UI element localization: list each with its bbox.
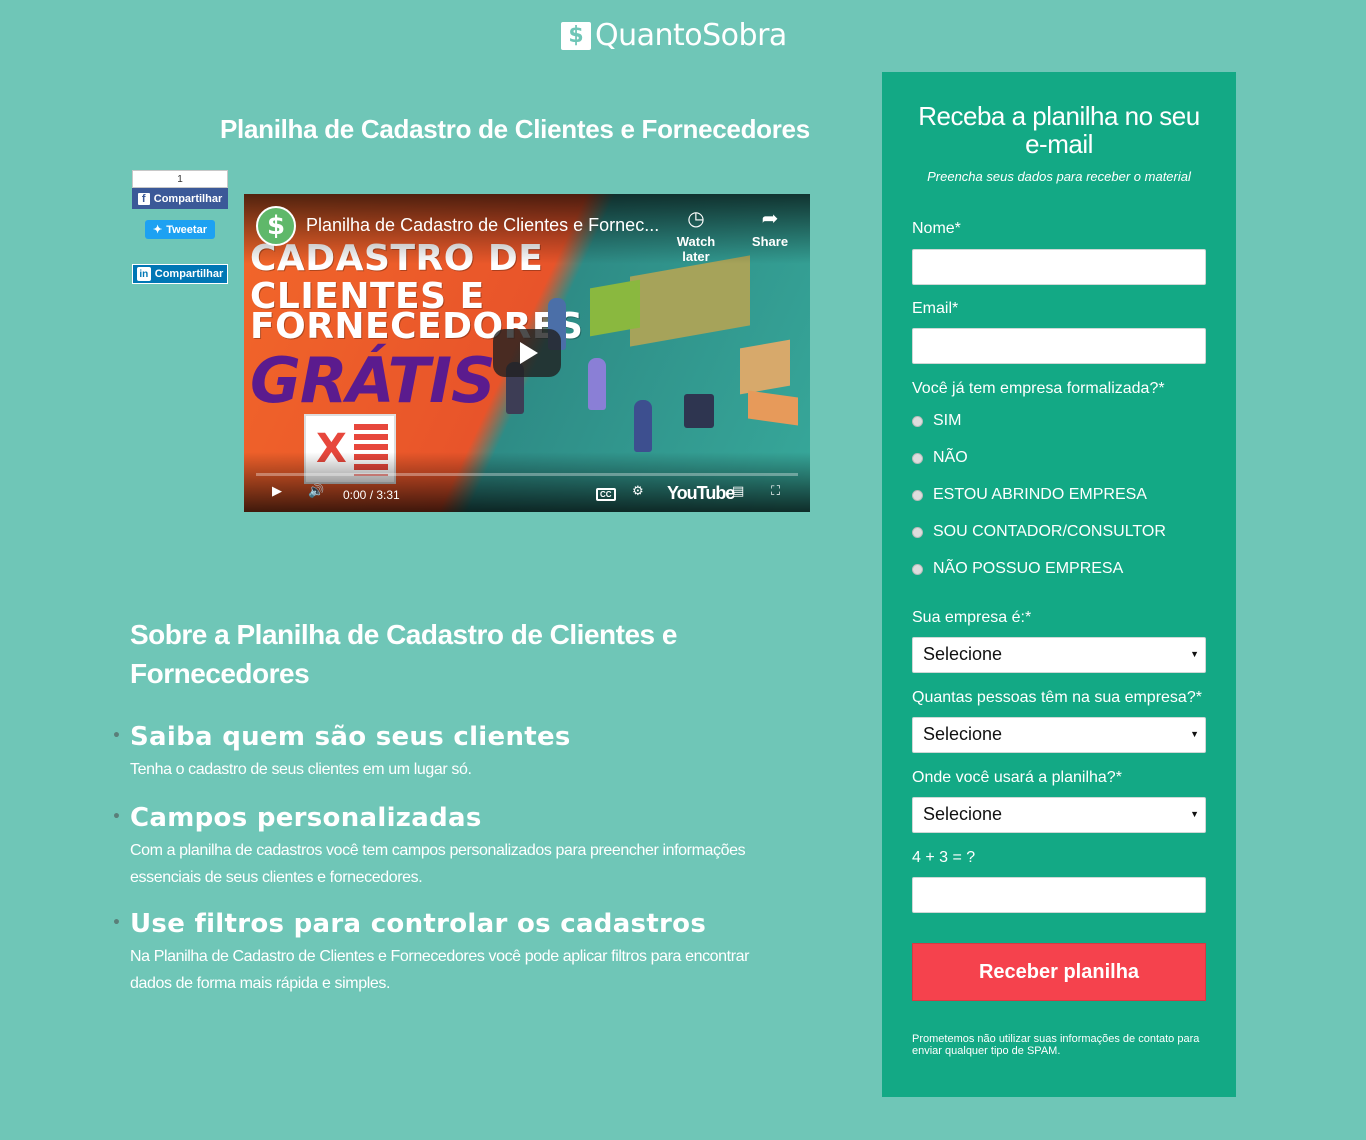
radio-label: SIM xyxy=(933,412,962,429)
company-size-label: Quantas pessoas têm na sua empresa?* xyxy=(912,689,1202,706)
radio-circle[interactable] xyxy=(912,415,923,427)
fullscreen-icon[interactable]: ⛶ xyxy=(771,484,780,499)
select-value: Selecione xyxy=(923,644,1003,664)
logo-dollar-icon: $ xyxy=(561,21,591,50)
channel-avatar[interactable]: $ xyxy=(256,206,296,246)
select-value: Selecione xyxy=(923,724,1003,744)
captions-icon[interactable]: CC xyxy=(596,488,616,501)
play-icon[interactable]: ▶ xyxy=(272,484,282,499)
feature-heading: Use filtros para controlar os cadastros xyxy=(112,909,750,939)
radio-circle[interactable] xyxy=(912,526,923,538)
share-arrow-icon: ➦ xyxy=(761,206,779,230)
feature-item: Use filtros para controlar os cadastros … xyxy=(112,909,750,997)
email-label: Email* xyxy=(912,300,959,317)
email-field[interactable] xyxy=(912,328,1206,364)
feature-text: Na Planilha de Cadastro de Clientes e Fo… xyxy=(130,948,750,992)
radio-circle[interactable] xyxy=(912,489,923,501)
page-title: Planilha de Cadastro de Clientes e Forne… xyxy=(220,114,810,144)
dropdown-arrow-icon: ▼ xyxy=(1190,729,1199,739)
play-button-large[interactable] xyxy=(493,329,561,377)
usage-select[interactable]: Selecione ▼ xyxy=(912,797,1206,833)
boxes-illustration xyxy=(740,339,790,395)
facebook-share-label: Compartilhar xyxy=(153,192,223,205)
video-control-bar: ▶ 🔊 0:00 / 3:31 CC ⚙ YouTube ▤ ⛶ xyxy=(244,482,810,508)
linkedin-share-button[interactable]: in Compartilhar xyxy=(132,264,228,284)
radio-option-sim[interactable]: SIM xyxy=(912,412,961,430)
dropdown-arrow-icon: ▼ xyxy=(1190,649,1199,659)
spam-disclaimer: Prometemos não utilizar suas informações… xyxy=(912,1033,1200,1057)
open-box-illustration xyxy=(748,390,798,426)
form-title: Receba a planilha no seu e-mail xyxy=(918,101,1200,159)
linkedin-icon: in xyxy=(136,267,151,281)
company-size-select[interactable]: Selecione ▼ xyxy=(912,717,1206,753)
logo-text: QuantoSobra xyxy=(595,18,787,53)
person-illustration xyxy=(588,358,606,410)
clock-icon: ◷ xyxy=(687,206,705,230)
video-time: 0:00 / 3:31 xyxy=(343,488,400,502)
company-question-label: Você já tem empresa formalizada?* xyxy=(912,380,1165,397)
select-value: Selecione xyxy=(923,804,1003,824)
credit-card-illustration xyxy=(684,394,714,428)
share-video-button[interactable]: ➦ Share xyxy=(740,206,800,249)
truck-cab xyxy=(590,279,640,337)
company-type-select[interactable]: Selecione ▼ xyxy=(912,637,1206,673)
signup-form-panel: Receba a planilha no seu e-mail Preencha… xyxy=(882,72,1236,1097)
feature-text: Tenha o cadastro de seus clientes em um … xyxy=(130,761,472,778)
facebook-icon: f xyxy=(137,192,150,205)
radio-option-nao-possuo[interactable]: NÃO POSSUO EMPRESA xyxy=(912,560,1123,578)
watch-later-label: Watch later xyxy=(676,234,716,264)
radio-label: NÃO POSSUO EMPRESA xyxy=(933,560,1124,577)
radio-circle[interactable] xyxy=(912,563,923,575)
radio-label: NÃO xyxy=(933,449,968,466)
dropdown-arrow-icon: ▼ xyxy=(1190,809,1199,819)
company-type-label: Sua empresa é:* xyxy=(912,609,1032,626)
feature-heading: Saiba quem são seus clientes xyxy=(112,722,750,752)
submit-button[interactable]: Receber planilha xyxy=(912,943,1206,1001)
about-title: Sobre a Planilha de Cadastro de Clientes… xyxy=(130,619,677,689)
truck-cargo-box xyxy=(630,255,750,347)
volume-icon[interactable]: 🔊 xyxy=(308,484,324,499)
captcha-label: 4 + 3 = ? xyxy=(912,849,976,866)
radio-option-nao[interactable]: NÃO xyxy=(912,449,968,467)
cast-icon[interactable]: ▤ xyxy=(732,484,744,499)
radio-option-contador[interactable]: SOU CONTADOR/CONSULTOR xyxy=(912,523,1166,541)
radio-label: ESTOU ABRINDO EMPRESA xyxy=(933,486,1147,503)
linkedin-share-label: Compartilhar xyxy=(154,268,224,280)
feature-item: Saiba quem são seus clientes Tenha o cad… xyxy=(112,722,750,783)
name-field[interactable] xyxy=(912,249,1206,285)
watch-later-button[interactable]: ◷ Watch later xyxy=(666,206,726,264)
feature-item: Campos personalizadas Com a planilha de … xyxy=(112,803,750,891)
radio-label: SOU CONTADOR/CONSULTOR xyxy=(933,523,1166,540)
twitter-share-button[interactable]: ✦ Tweetar xyxy=(145,220,215,239)
feature-text: Com a planilha de cadastros você tem cam… xyxy=(130,842,746,886)
feature-heading: Campos personalizadas xyxy=(112,803,750,833)
twitter-bird-icon: ✦ xyxy=(153,224,163,236)
thumbnail-gratis-text: GRÁTIS xyxy=(250,344,496,417)
person-illustration xyxy=(634,400,652,452)
youtube-logo[interactable]: YouTube xyxy=(667,483,735,504)
form-subtitle: Preencha seus dados para receber o mater… xyxy=(927,169,1191,184)
captcha-field[interactable] xyxy=(912,877,1206,913)
usage-label: Onde você usará a planilha?* xyxy=(912,769,1122,786)
facebook-share-button[interactable]: f Compartilhar xyxy=(132,188,228,209)
logo[interactable]: $ QuantoSobra xyxy=(561,18,787,53)
video-progress-bar[interactable] xyxy=(256,473,798,476)
radio-circle[interactable] xyxy=(912,452,923,464)
name-label: Nome* xyxy=(912,220,961,237)
youtube-video-player[interactable]: CADASTRO DE CLIENTES E FORNECEDORES GRÁT… xyxy=(244,194,810,512)
facebook-share-count: 1 xyxy=(132,170,228,188)
share-video-label: Share xyxy=(751,234,789,249)
radio-option-abrindo[interactable]: ESTOU ABRINDO EMPRESA xyxy=(912,486,1147,504)
video-title[interactable]: Planilha de Cadastro de Clientes e Forne… xyxy=(306,215,659,236)
settings-gear-icon[interactable]: ⚙ xyxy=(632,484,644,499)
twitter-share-label: Tweetar xyxy=(166,223,207,236)
